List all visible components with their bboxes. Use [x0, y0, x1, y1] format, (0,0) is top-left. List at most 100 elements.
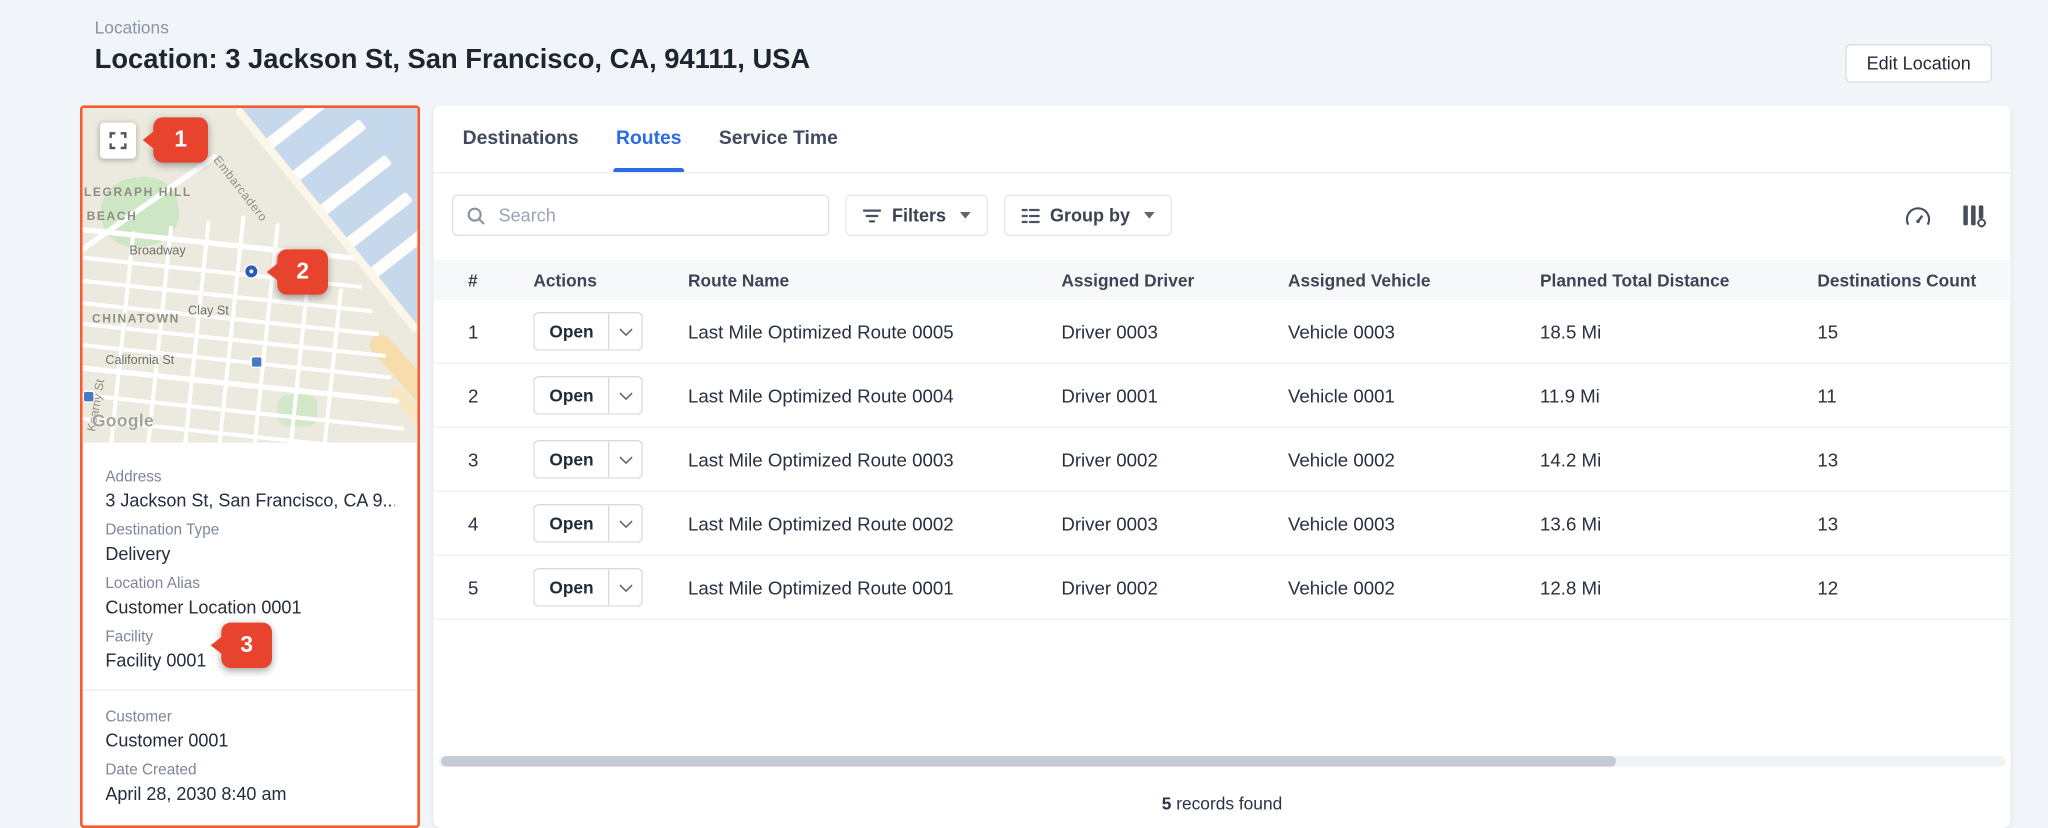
columns-gear-icon: [1961, 203, 1986, 227]
tab-bar: Destinations Routes Service Time: [433, 105, 2011, 174]
cell-planned-distance: 13.6 Mi: [1539, 512, 1602, 534]
cell-destinations-count: 13: [1817, 512, 1839, 534]
detail-label: Address: [105, 469, 162, 486]
filters-button[interactable]: Filters: [845, 194, 988, 236]
cell-row-number: 1: [467, 320, 479, 342]
column-header: Route Name: [687, 269, 790, 290]
tab[interactable]: Destinations: [460, 105, 581, 172]
breadcrumb[interactable]: Locations: [95, 17, 169, 37]
open-route-dropdown-toggle[interactable]: [608, 377, 641, 414]
records-count: 5: [1161, 793, 1172, 814]
open-route-split-button: Open: [533, 503, 643, 543]
table-row: 1 Open Last Mile Optimized Route 0005 Dr…: [433, 300, 2011, 364]
open-route-dropdown-toggle[interactable]: [608, 569, 641, 606]
gauge-icon: [1903, 203, 1931, 227]
cell-actions: Open: [533, 375, 688, 415]
cell-route-name: Last Mile Optimized Route 0005: [687, 320, 954, 342]
horizontal-scrollbar-thumb[interactable]: [441, 755, 1617, 767]
records-text: records found: [1171, 793, 1283, 814]
cell-route-name: Last Mile Optimized Route 0002: [687, 512, 954, 534]
chevron-down-icon: [619, 514, 633, 529]
cell-assigned-driver: Driver 0001: [1061, 384, 1158, 406]
detail-field: Location Alias Customer Location 0001: [105, 575, 394, 619]
open-route-split-button: Open: [533, 375, 643, 415]
annotation-badge-3: 3: [221, 622, 272, 668]
search-input[interactable]: [495, 203, 815, 227]
horizontal-scrollbar[interactable]: [438, 755, 2006, 767]
chevron-down-icon: [1143, 211, 1155, 219]
open-route-dropdown-toggle[interactable]: [608, 505, 641, 542]
detail-label: Customer: [105, 709, 172, 726]
cell-destinations-count: 13: [1817, 448, 1839, 470]
annotation-badge-1: 1: [153, 117, 208, 163]
map-label-broadway: Broadway: [129, 243, 186, 259]
cell-assigned-driver: Driver 0002: [1061, 576, 1158, 598]
map-location-marker[interactable]: [245, 265, 258, 278]
open-route-split-button: Open: [533, 567, 643, 607]
location-summary-card: LEGRAPH HILL BEACH CHINATOWN Broadway Cl…: [79, 105, 420, 828]
page-root: Locations Location: 3 Jackson St, San Fr…: [0, 0, 2048, 828]
column-header: Assigned Vehicle: [1287, 269, 1431, 290]
chevron-down-icon: [619, 450, 633, 465]
table-row: 4 Open Last Mile Optimized Route 0002 Dr…: [433, 492, 2011, 556]
map[interactable]: LEGRAPH HILL BEACH CHINATOWN Broadway Cl…: [82, 107, 418, 443]
edit-location-button[interactable]: Edit Location: [1845, 43, 1993, 83]
detail-value: 3 Jackson St, San Francisco, CA 9...: [105, 490, 395, 511]
detail-label: Destination Type: [105, 522, 220, 539]
open-route-button[interactable]: Open: [535, 313, 609, 349]
detail-field: Customer Customer 0001: [105, 708, 394, 752]
tab[interactable]: Service Time: [716, 105, 840, 172]
column-header: Actions: [533, 269, 597, 290]
cell-assigned-vehicle: Vehicle 0002: [1287, 576, 1395, 598]
cell-route-name: Last Mile Optimized Route 0003: [687, 448, 954, 470]
detail-field: Date Created April 28, 2030 8:40 am: [105, 761, 394, 805]
open-route-button[interactable]: Open: [535, 377, 609, 413]
open-route-split-button: Open: [533, 311, 643, 351]
cell-planned-distance: 11.9 Mi: [1539, 384, 1600, 406]
map-label-embarcadero: Embarcadero: [210, 153, 271, 225]
cell-assigned-driver: Driver 0003: [1061, 320, 1158, 342]
cell-assigned-vehicle: Vehicle 0002: [1287, 448, 1395, 470]
detail-field: Destination Type Delivery: [105, 521, 394, 565]
table-header: # Actions Route Name Assigned Driver Assigne…: [433, 259, 2011, 300]
column-header: Destinations Count: [1817, 269, 1977, 290]
routes-panel: Destinations Routes Service Time Filters: [433, 105, 2011, 828]
records-found-status: 5 records found: [433, 793, 2010, 813]
dashboard-view-button[interactable]: [1899, 197, 1936, 234]
column-header: Assigned Driver: [1061, 269, 1195, 290]
detail-value: Customer 0001: [105, 730, 229, 751]
open-route-button[interactable]: Open: [535, 569, 609, 605]
table-row: 5 Open Last Mile Optimized Route 0001 Dr…: [433, 556, 2011, 620]
chevron-down-icon: [619, 578, 633, 593]
cell-row-number: 4: [467, 512, 479, 534]
map-label-beach: BEACH: [86, 209, 138, 223]
details-divider: [82, 689, 418, 691]
fullscreen-icon: [109, 132, 127, 150]
detail-label: Date Created: [105, 762, 197, 779]
open-route-dropdown-toggle[interactable]: [608, 441, 641, 478]
open-route-dropdown-toggle[interactable]: [608, 313, 641, 350]
cell-actions: Open: [533, 503, 688, 543]
group-by-button[interactable]: Group by: [1003, 194, 1172, 236]
tab[interactable]: Routes: [613, 105, 685, 172]
table-toolbar: Filters Group by: [433, 173, 2010, 252]
cell-assigned-driver: Driver 0002: [1061, 448, 1158, 470]
cell-planned-distance: 18.5 Mi: [1539, 320, 1602, 342]
cell-route-name: Last Mile Optimized Route 0004: [687, 384, 954, 406]
detail-label: Location Alias: [105, 575, 200, 592]
filters-label: Filters: [891, 205, 947, 226]
column-header: Planned Total Distance: [1539, 269, 1730, 290]
map-label-chinatown: CHINATOWN: [91, 311, 180, 326]
open-route-button[interactable]: Open: [535, 505, 609, 541]
cell-actions: Open: [533, 311, 688, 351]
annotation-badge-2: 2: [277, 249, 328, 295]
transit-station-icon: [82, 390, 95, 403]
map-fullscreen-button[interactable]: [99, 122, 136, 159]
cell-row-number: 5: [467, 576, 479, 598]
open-route-button[interactable]: Open: [535, 441, 609, 477]
cell-row-number: 3: [467, 448, 479, 470]
filter-icon: [862, 207, 882, 223]
group-by-label: Group by: [1050, 205, 1131, 226]
cell-assigned-vehicle: Vehicle 0003: [1287, 512, 1395, 534]
column-settings-button[interactable]: [1955, 197, 1992, 234]
